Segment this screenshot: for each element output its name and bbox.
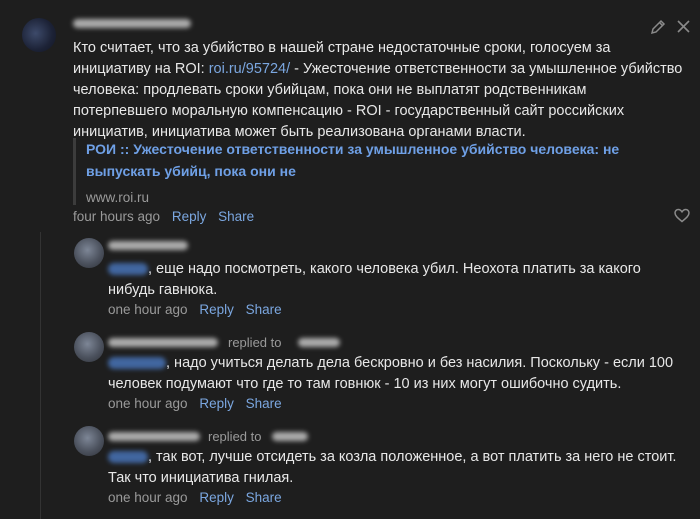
reply-body: , так вот, лучше отсидеть за козла полож… [108, 447, 688, 489]
link-preview-title[interactable]: РОИ :: Ужесточение ответственности за ум… [86, 138, 696, 182]
reply-button[interactable]: Reply [199, 302, 234, 317]
replied-to-label: replied to [208, 429, 262, 444]
reply-button[interactable]: Reply [172, 209, 207, 224]
mention[interactable] [108, 263, 148, 276]
avatar[interactable] [74, 332, 104, 362]
close-icon[interactable] [676, 19, 691, 34]
reply-meta: one hour ago Reply Share [108, 396, 282, 411]
reply-text: , так вот, лучше отсидеть за козла полож… [108, 449, 677, 486]
reply-meta: one hour ago Reply Share [108, 302, 282, 317]
reply-meta: one hour ago Reply Share [108, 490, 282, 505]
author-name[interactable] [108, 338, 218, 347]
author-name[interactable] [108, 241, 188, 250]
timestamp: one hour ago [108, 302, 188, 317]
avatar[interactable] [74, 238, 104, 268]
author-name[interactable] [108, 432, 200, 441]
share-button[interactable]: Share [246, 302, 282, 317]
comment-meta: four hours ago Reply Share [73, 209, 254, 224]
heart-icon[interactable] [674, 208, 690, 223]
mention[interactable] [108, 451, 148, 464]
comment-body: Кто считает, что за убийство в нашей стр… [73, 38, 683, 143]
thread-line [40, 232, 41, 519]
replied-to-name[interactable] [272, 432, 308, 441]
pencil-icon[interactable] [650, 19, 666, 35]
share-button[interactable]: Share [218, 209, 254, 224]
reply-button[interactable]: Reply [199, 490, 234, 505]
reply-text: , еще надо посмотреть, какого человека у… [108, 261, 641, 298]
timestamp: one hour ago [108, 490, 188, 505]
avatar[interactable] [74, 426, 104, 456]
reply-body: , надо учиться делать дела бескровно и б… [108, 353, 688, 395]
comment-link[interactable]: roi.ru/95724/ [209, 61, 290, 77]
avatar[interactable] [22, 18, 56, 52]
link-preview[interactable]: РОИ :: Ужесточение ответственности за ум… [73, 138, 696, 205]
timestamp: one hour ago [108, 396, 188, 411]
author-name[interactable] [73, 19, 191, 28]
share-button[interactable]: Share [246, 396, 282, 411]
reply-button[interactable]: Reply [199, 396, 234, 411]
timestamp: four hours ago [73, 209, 161, 224]
reply-text: , надо учиться делать дела бескровно и б… [108, 355, 674, 392]
reply-body: , еще надо посмотреть, какого человека у… [108, 259, 688, 301]
share-button[interactable]: Share [246, 490, 282, 505]
mention[interactable] [108, 357, 166, 370]
link-preview-domain: www.roi.ru [86, 190, 150, 205]
replied-to-label: replied to [228, 335, 282, 350]
replied-to-name[interactable] [298, 338, 340, 347]
